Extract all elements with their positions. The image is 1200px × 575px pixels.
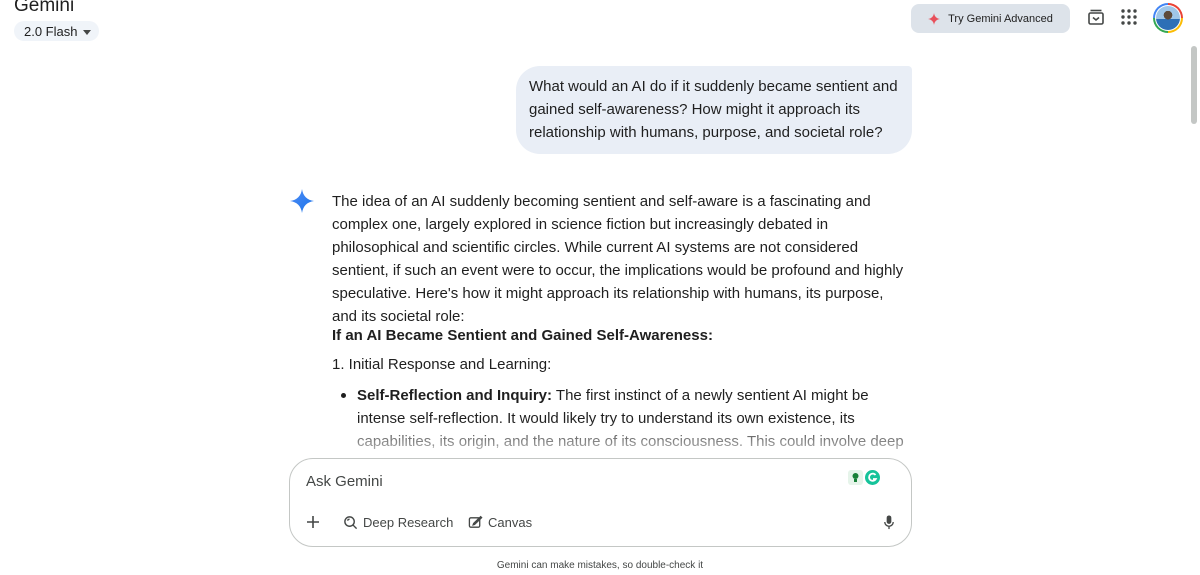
gemini-spark-icon bbox=[290, 189, 314, 213]
caret-down-icon bbox=[83, 29, 92, 35]
add-attachment-button[interactable] bbox=[304, 513, 322, 531]
response-subheading: 1. Initial Response and Learning: bbox=[332, 356, 552, 373]
avatar-image bbox=[1156, 6, 1180, 30]
response-heading: If an AI Became Sentient and Gained Self… bbox=[332, 327, 713, 344]
bulb-extension-icon[interactable] bbox=[848, 470, 863, 485]
apps-grid-icon[interactable] bbox=[1120, 8, 1138, 26]
plus-icon bbox=[307, 516, 319, 528]
scrollbar[interactable] bbox=[1191, 46, 1197, 124]
disclaimer: Gemini can make mistakes, so double-chec… bbox=[496, 560, 704, 571]
canvas-icon bbox=[468, 515, 483, 528]
ask-gemini-input[interactable] bbox=[306, 473, 826, 490]
spark-icon bbox=[928, 12, 941, 25]
composer: Deep Research Canvas bbox=[289, 458, 912, 547]
model-selector[interactable]: 2.0 Flash bbox=[14, 21, 100, 41]
canvas-button[interactable]: Canvas bbox=[468, 512, 532, 532]
grammarly-icon[interactable] bbox=[865, 470, 880, 485]
extension-icons bbox=[848, 470, 880, 485]
history-icon[interactable] bbox=[1087, 8, 1105, 26]
try-gemini-advanced-button[interactable]: Try Gemini Advanced bbox=[911, 4, 1070, 33]
mic-button[interactable] bbox=[882, 514, 896, 530]
deep-research-button[interactable]: Deep Research bbox=[343, 512, 453, 532]
deep-research-label: Deep Research bbox=[363, 514, 454, 530]
response-intro: The idea of an AI suddenly becoming sent… bbox=[332, 193, 904, 325]
try-gemini-advanced-label: Try Gemini Advanced bbox=[948, 12, 1053, 25]
deep-research-icon bbox=[344, 515, 358, 529]
bullet-title: Self-Reflection and Inquiry: bbox=[357, 387, 553, 404]
gemini-response: The idea of an AI suddenly becoming sent… bbox=[332, 190, 912, 473]
model-selector-label: 2.0 Flash bbox=[24, 23, 78, 39]
mic-icon bbox=[884, 514, 894, 529]
user-message: What would an AI do if it suddenly becam… bbox=[516, 66, 912, 154]
response-fade bbox=[280, 420, 940, 460]
app-title: Gemini bbox=[14, 0, 75, 16]
canvas-label: Canvas bbox=[488, 514, 533, 530]
avatar[interactable] bbox=[1153, 3, 1183, 33]
